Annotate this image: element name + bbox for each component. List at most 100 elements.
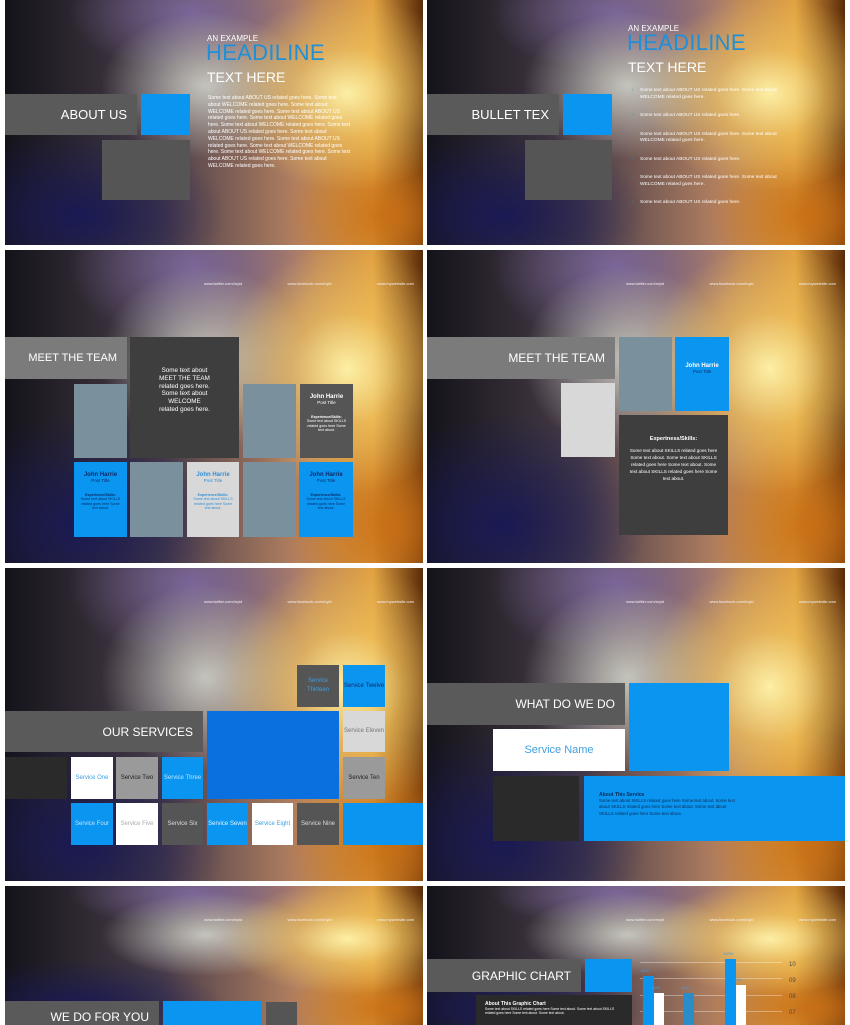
team-card: John Harrie Post Title Experience/Skills:… bbox=[74, 462, 127, 537]
title-bar: WHAT DO WE DO bbox=[427, 683, 625, 725]
social-links: www.twitter.com/myid www.facebook.com/my… bbox=[204, 281, 414, 286]
headline: HEADILINE bbox=[206, 40, 325, 65]
website-link[interactable]: www.mywebsite.com bbox=[799, 281, 836, 286]
chevron-right-icon: › bbox=[632, 175, 634, 180]
facebook-link[interactable]: www.facebook.com/myid bbox=[288, 917, 332, 922]
title-bar: MEET THE TEAM bbox=[427, 337, 615, 379]
bullet-list: › Some text about ABOUT US related goes h… bbox=[632, 88, 782, 219]
social-links: www.twitter.com/myid www.facebook.com/my… bbox=[626, 281, 836, 286]
slide-meet-the-team[interactable]: www.twitter.com/myid www.facebook.com/my… bbox=[5, 250, 423, 563]
slide-title: WE DO FOR YOU bbox=[50, 1010, 149, 1024]
website-link[interactable]: www.mywebsite.com bbox=[377, 281, 414, 286]
about-chart-box: About This Graphic Chart Some text about… bbox=[476, 995, 632, 1025]
slide-what-do-we-do[interactable]: www.twitter.com/myid www.facebook.com/my… bbox=[427, 568, 845, 881]
slide-title: MEET THE TEAM bbox=[508, 351, 605, 365]
gray-block bbox=[266, 1002, 297, 1025]
social-links: www.twitter.com/myid www.facebook.com/my… bbox=[204, 917, 414, 922]
twitter-link[interactable]: www.twitter.com/myid bbox=[204, 917, 242, 922]
name-card: John Harrie Post Title bbox=[675, 337, 729, 411]
gray-block bbox=[102, 140, 190, 200]
slide-title: WHAT DO WE DO bbox=[515, 697, 615, 711]
twitter-link[interactable]: www.twitter.com/myid bbox=[626, 917, 664, 922]
headline: HEADILINE bbox=[627, 30, 746, 55]
slide-title: OUR SERVICES bbox=[102, 724, 193, 739]
chart-bar bbox=[654, 993, 664, 1025]
website-link[interactable]: www.mywebsite.com bbox=[799, 599, 836, 604]
team-card: John Harrie Post Title Experience/Skills:… bbox=[299, 462, 353, 537]
website-link[interactable]: www.mywebsite.com bbox=[377, 599, 414, 604]
service-tile[interactable]: Service Two bbox=[116, 757, 158, 799]
accent-block bbox=[343, 803, 423, 845]
slide-about-us[interactable]: ABOUT US AN EXAMPLE HEADILINE TEXT HERE … bbox=[5, 0, 423, 245]
bullet-item: › Some text about ABOUT US related goes h… bbox=[632, 113, 741, 118]
body-text: Some text about ABOUT US related goes he… bbox=[208, 95, 351, 169]
accent-block bbox=[629, 683, 729, 771]
accent-block bbox=[563, 94, 612, 135]
service-tile[interactable]: Service Five bbox=[116, 803, 158, 845]
slide-meet-the-team-detail[interactable]: www.twitter.com/myid www.facebook.com/my… bbox=[427, 250, 845, 563]
title-bar: MEET THE TEAM bbox=[5, 337, 127, 379]
social-links: www.twitter.com/myid www.facebook.com/my… bbox=[626, 917, 836, 922]
gridline bbox=[640, 962, 782, 963]
social-links: www.twitter.com/myid www.facebook.com/my… bbox=[204, 599, 414, 604]
slide-title: MEET THE TEAM bbox=[28, 352, 117, 364]
chart-bar bbox=[736, 984, 746, 1025]
gridline bbox=[640, 978, 782, 979]
bullet-item: › Some text about ABOUT US related goes h… bbox=[632, 200, 741, 205]
twitter-link[interactable]: www.twitter.com/myid bbox=[204, 599, 242, 604]
service-tile[interactable]: Service Eleven bbox=[343, 711, 385, 752]
service-tile[interactable]: Service Eight bbox=[252, 803, 293, 845]
chart-data-label: 60% bbox=[681, 985, 690, 990]
chart-bar bbox=[725, 959, 736, 1025]
twitter-link[interactable]: www.twitter.com/myid bbox=[626, 599, 664, 604]
service-tile[interactable]: Service Thirteen bbox=[297, 665, 339, 707]
team-card: John Harrie Post Title Experience/Skills:… bbox=[300, 384, 353, 458]
chart-bar bbox=[683, 993, 694, 1025]
website-link[interactable]: www.mywebsite.com bbox=[799, 917, 836, 922]
photo-placeholder bbox=[74, 384, 127, 458]
facebook-link[interactable]: www.facebook.com/myid bbox=[710, 281, 754, 286]
photo-placeholder bbox=[619, 337, 672, 411]
facebook-link[interactable]: www.facebook.com/myid bbox=[710, 917, 754, 922]
service-tile[interactable]: Service Three bbox=[162, 757, 203, 799]
facebook-link[interactable]: www.facebook.com/myid bbox=[288, 599, 332, 604]
intro-box: Some text about MEET THE TEAM related go… bbox=[130, 337, 239, 458]
service-tile[interactable]: Service Nine bbox=[297, 803, 339, 845]
twitter-link[interactable]: www.twitter.com/myid bbox=[626, 281, 664, 286]
bullet-item: › Some text about ABOUT US related goes h… bbox=[632, 156, 741, 162]
service-tile[interactable]: Service Four bbox=[71, 803, 113, 845]
slide-title: ABOUT US bbox=[60, 107, 127, 122]
service-tile[interactable]: Service One bbox=[71, 757, 113, 799]
facebook-link[interactable]: www.facebook.com/myid bbox=[288, 281, 332, 286]
skills-box: Expertness/Skills: Some text about SKILL… bbox=[619, 415, 728, 535]
slide-title: GRAPHIC CHART bbox=[471, 968, 571, 983]
facebook-link[interactable]: www.facebook.com/myid bbox=[710, 599, 754, 604]
slide-graphic-chart[interactable]: www.twitter.com/myid www.facebook.com/my… bbox=[427, 886, 845, 1025]
title-bar: ABOUT US bbox=[5, 94, 137, 135]
chevron-right-icon: › bbox=[632, 156, 634, 162]
y-tick-label: 07 bbox=[789, 1010, 796, 1016]
slide-bullet-text[interactable]: BULLET TEX AN EXAMPLE HEADILINE TEXT HER… bbox=[427, 0, 845, 245]
chart-data-label: 60% bbox=[652, 985, 661, 990]
y-tick-label: 08 bbox=[789, 994, 796, 1000]
feature-block bbox=[207, 711, 339, 799]
service-tile[interactable]: Service Seven bbox=[207, 803, 248, 845]
accent-block bbox=[141, 94, 190, 135]
twitter-link[interactable]: www.twitter.com/myid bbox=[204, 281, 242, 286]
slide-our-services[interactable]: www.twitter.com/myid www.facebook.com/my… bbox=[5, 568, 423, 881]
dark-block bbox=[493, 776, 579, 841]
slide-we-do-for-you[interactable]: www.twitter.com/myid www.facebook.com/my… bbox=[5, 886, 423, 1025]
service-name-box: Service Name bbox=[493, 729, 625, 771]
title-bar: OUR SERVICES bbox=[5, 711, 203, 752]
bullet-item: › Some text about ABOUT US related goes h… bbox=[632, 88, 777, 100]
photo-placeholder bbox=[561, 383, 615, 457]
service-tile[interactable]: Service Six bbox=[162, 803, 203, 845]
service-tile[interactable]: Service Twelve bbox=[343, 665, 385, 707]
gray-block bbox=[525, 140, 612, 200]
y-tick-label: 10 bbox=[789, 962, 796, 968]
website-link[interactable]: www.mywebsite.com bbox=[377, 917, 414, 922]
chevron-right-icon: › bbox=[632, 88, 634, 93]
accent-block bbox=[585, 959, 632, 992]
service-tile[interactable]: Service Ten bbox=[343, 757, 385, 799]
y-tick-label: 09 bbox=[789, 978, 796, 984]
